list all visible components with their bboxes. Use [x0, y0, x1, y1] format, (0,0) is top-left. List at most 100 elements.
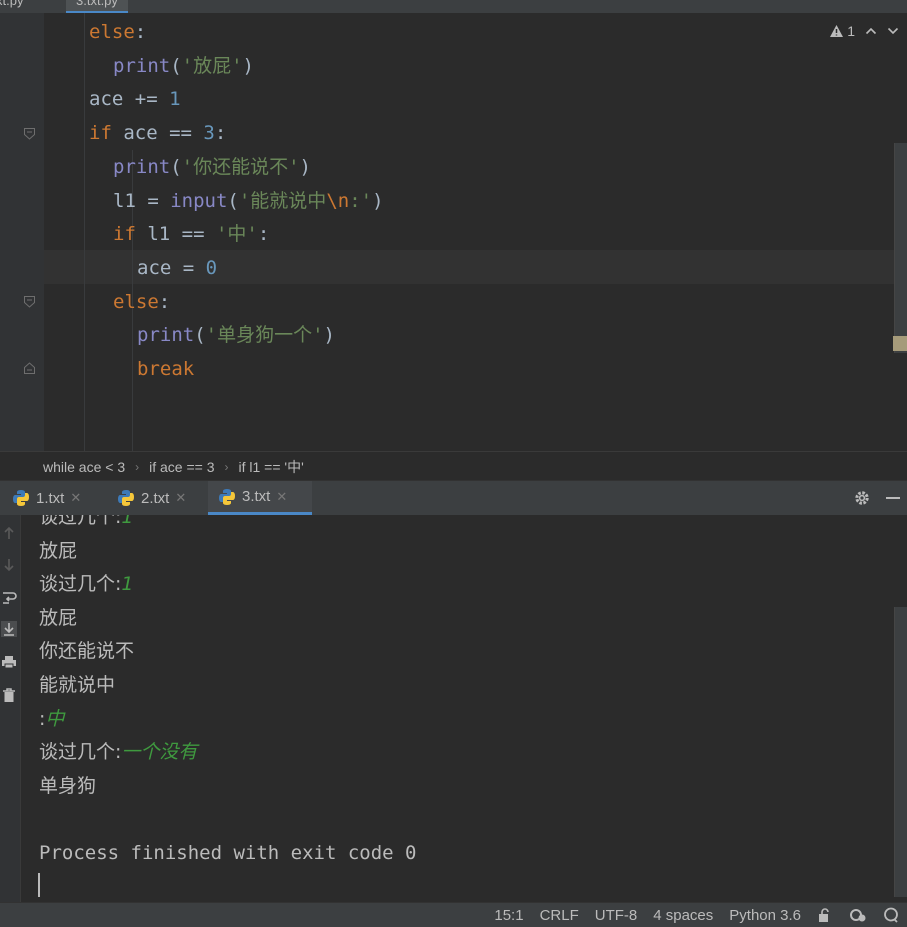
- code-editor[interactable]: else: print('放屁') ace += 1 if ace == 3: prin…: [0, 13, 907, 451]
- warning-indicator[interactable]: 1: [829, 23, 855, 39]
- code-token: ace =: [137, 256, 206, 279]
- console-output-text: 谈过几个:: [39, 741, 122, 764]
- indent-setting[interactable]: 4 spaces: [653, 907, 713, 924]
- console-output-text: 放屁: [39, 539, 78, 562]
- code-token: 1: [169, 88, 181, 111]
- code-token: :: [158, 290, 171, 313]
- gear-icon[interactable]: [853, 489, 871, 507]
- run-window-actions: [853, 481, 901, 515]
- console-toolbar: [0, 515, 21, 902]
- run-console[interactable]: 谈过几个:1 放屁 谈过几个:1 放屁 你还能说不 能就说中:中 谈过几个:一个没有 单身狗 …: [0, 515, 907, 902]
- code-line: print('单身狗一个'): [137, 318, 335, 352]
- indent-guide: [84, 13, 85, 451]
- code-token: 0: [205, 256, 218, 279]
- console-user-input: 中: [45, 707, 65, 730]
- chevron-up-icon[interactable]: [865, 26, 877, 36]
- file-encoding[interactable]: UTF-8: [595, 907, 638, 924]
- console-user-input: 1: [121, 515, 134, 528]
- scroll-to-end-icon[interactable]: [1, 621, 17, 637]
- code-line: l1 = input('能就说中\n:'): [113, 184, 384, 218]
- arrow-down-icon[interactable]: [1, 557, 17, 573]
- trash-icon[interactable]: [1, 687, 17, 703]
- console-output-text: 单身狗: [39, 774, 97, 797]
- code-line: ace += 1: [89, 82, 181, 116]
- console-scrollbar[interactable]: [894, 607, 907, 897]
- process-finished-message: Process finished with exit code 0: [39, 842, 417, 864]
- console-output-text: 放屁: [39, 606, 78, 629]
- tab-label: 2.txt: [141, 489, 170, 507]
- code-token: else: [113, 290, 159, 313]
- fold-icon[interactable]: [23, 295, 36, 308]
- console-line: 单身狗: [39, 770, 96, 802]
- warning-count: 1: [847, 23, 855, 39]
- inspection-widget[interactable]: 1: [829, 21, 899, 41]
- code-token: '能就说中: [238, 189, 327, 212]
- console-output-text: 能就说中: [39, 674, 116, 696]
- console-output-text: 谈过几个:: [39, 515, 122, 528]
- code-line: if l1 == '中':: [113, 217, 269, 251]
- editor-tab-strip: xt.py 3.txt.py: [0, 0, 907, 13]
- code-token: '中': [215, 223, 258, 246]
- close-icon[interactable]: ✕: [70, 490, 81, 506]
- close-icon[interactable]: ✕: [175, 490, 186, 506]
- code-token: ace +=: [89, 88, 170, 111]
- chevron-right-icon: ›: [224, 459, 229, 474]
- code-token: :: [257, 223, 270, 246]
- chevron-down-icon[interactable]: [887, 26, 899, 36]
- arrow-up-icon[interactable]: [1, 525, 17, 541]
- code-token: ): [242, 54, 254, 77]
- code-line: break: [137, 352, 194, 386]
- code-token: (: [227, 189, 239, 212]
- code-token: l1 =: [113, 189, 171, 212]
- notifications-icon[interactable]: [883, 907, 899, 923]
- code-token: '单身狗一个': [205, 324, 324, 347]
- console-user-input: 一个没有: [121, 741, 198, 764]
- tab-run-2-txt[interactable]: 2.txt ✕: [107, 481, 207, 515]
- console-line: 能就说中: [39, 669, 115, 701]
- code-token: \n: [326, 189, 350, 212]
- close-icon[interactable]: ✕: [276, 489, 287, 505]
- console-line: 放屁: [39, 535, 77, 567]
- soft-wrap-icon[interactable]: [1, 590, 17, 606]
- code-token: print: [137, 324, 195, 347]
- warning-icon: [830, 25, 844, 37]
- scrollbar-warning-marker[interactable]: [893, 336, 907, 351]
- editor-tab[interactable]: xt.py: [0, 0, 23, 11]
- fold-end-icon[interactable]: [23, 362, 36, 375]
- code-line: else:: [89, 15, 146, 49]
- inspector-icon[interactable]: [849, 907, 867, 923]
- code-line: print('放屁'): [113, 49, 254, 83]
- python-icon: [219, 488, 235, 505]
- caret-position[interactable]: 15:1: [494, 907, 523, 924]
- status-bar: 15:1 CRLF UTF-8 4 spaces Python 3.6: [0, 902, 907, 927]
- editor-tab-active[interactable]: 3.txt.py: [66, 0, 128, 13]
- python-icon: [13, 490, 29, 506]
- python-icon: [118, 490, 134, 506]
- line-separator[interactable]: CRLF: [540, 907, 579, 924]
- console-line: 谈过几个:1: [39, 568, 134, 600]
- python-interpreter[interactable]: Python 3.6: [729, 907, 801, 924]
- console-output-text: 你还能说不: [39, 640, 135, 663]
- breadcrumb-item[interactable]: if l1 == '中': [239, 457, 304, 477]
- print-icon[interactable]: [1, 654, 17, 670]
- code-token: :': [349, 189, 373, 212]
- console-line: 谈过几个:一个没有: [39, 736, 197, 768]
- minimize-icon[interactable]: [885, 490, 901, 506]
- code-line: print('你还能说不'): [113, 150, 311, 184]
- tab-run-3-txt[interactable]: 3.txt ✕: [208, 481, 312, 515]
- code-token: ): [299, 155, 311, 178]
- code-token: ace ==: [111, 122, 204, 145]
- tab-run-1-txt[interactable]: 1.txt ✕: [2, 481, 102, 515]
- fold-icon[interactable]: [23, 127, 36, 140]
- lock-icon[interactable]: [817, 907, 833, 923]
- chevron-right-icon: ›: [135, 459, 140, 474]
- breadcrumb-item[interactable]: while ace < 3: [43, 459, 125, 475]
- console-line: 谈过几个:1: [39, 515, 134, 533]
- breadcrumb-item[interactable]: if ace == 3: [149, 459, 214, 475]
- code-line: else:: [113, 285, 170, 319]
- code-token: :: [214, 122, 227, 145]
- editor-scrollbar[interactable]: [894, 143, 907, 353]
- console-line: :中: [39, 703, 64, 735]
- code-token: :: [134, 21, 147, 43]
- tab-label: 3.txt.py: [76, 0, 118, 8]
